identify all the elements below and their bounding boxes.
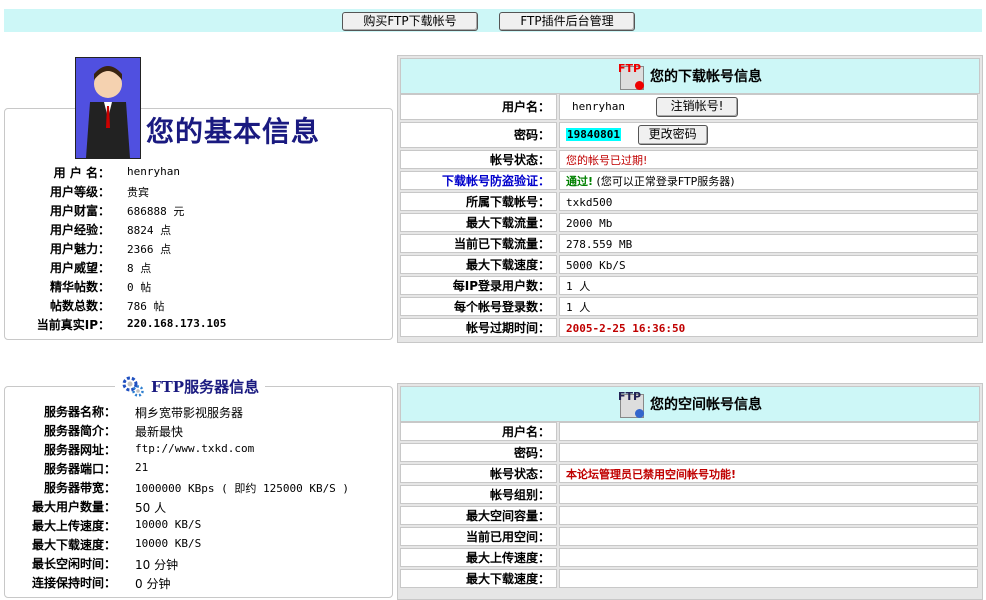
space-row-value [559,548,978,567]
space-row-label: 用户名： [400,422,557,441]
space-row-value [559,569,978,588]
ftp-server-value: 21 [135,461,149,474]
avatar-figure [76,58,140,158]
ftp-server-value: 10 分钟 [135,558,179,572]
ftp-server-value: 最新最快 [135,425,184,439]
ftp-server-label: 服务器端口： [43,462,116,476]
basic-info-value: 220.168.173.105 [127,317,227,330]
dl-status-value: 您的帐号已过期! [559,150,978,169]
dl-row-label: 所属下载帐号： [400,192,557,211]
dl-password-value: 19840801 [566,128,621,141]
basic-info-value: 0 帖 [127,281,152,294]
basic-info-label: 用户威望： [49,261,110,275]
ftp-server-value: 10000 KB/S [135,518,202,531]
dl-username-value: henryhan [572,100,625,113]
ftp-server-value: 0 分钟 [135,577,171,591]
ftp-download-icon: FTP [618,62,644,90]
change-password-button[interactable]: 更改密码 [637,125,708,145]
ftp-server-label: 最大下载速度： [31,538,116,552]
basic-info-value: 贵宾 [127,186,149,199]
ftp-server-value: 10000 KB/S [135,537,202,550]
dl-username-label: 用户名： [400,94,557,120]
ftp-admin-button[interactable]: FTP插件后台管理 [499,12,635,31]
space-row-value [559,485,978,504]
ftp-server-label: 服务器简介： [43,424,116,438]
ftp-server-label: 服务器带宽： [43,481,116,495]
ftp-server-label: 最大上传速度： [31,519,116,533]
dl-row-label: 每个帐号登录数： [400,297,557,316]
ftp-server-legend: FTP服务器信息 [115,374,266,398]
dl-row-value: 1 人 [559,297,978,316]
basic-info-value: henryhan [127,165,180,178]
space-row-value [559,422,978,441]
space-row-label: 帐号组别： [400,485,557,504]
logout-account-button[interactable]: 注销帐号! [655,97,739,117]
ftp-server-value: ftp://www.txkd.com [135,442,255,455]
ftp-server-title: FTP服务器信息 [151,377,260,396]
basic-info-value: 686888 元 [127,205,185,218]
basic-info-title: 您的基本信息 [146,115,321,148]
dl-status-label: 帐号状态： [400,150,557,169]
basic-info-value: 8 点 [127,262,152,275]
basic-info-label: 当前真实IP： [36,318,110,332]
ftp-server-label: 最大用户数量： [31,500,116,514]
dl-row-value: txkd500 [559,192,978,211]
avatar [75,57,141,159]
space-row-value [559,506,978,525]
space-row-label: 最大下载速度： [400,569,557,588]
ftp-server-label: 服务器网址： [43,443,116,457]
dl-expire-label: 帐号过期时间： [400,318,557,337]
basic-info-label: 用户财富： [49,204,110,218]
ftp-upload-icon: FTP [618,390,644,418]
gears-icon [121,374,145,398]
dl-username-cell: henryhan 注销帐号! [559,94,978,120]
dl-row-label: 每IP登录用户数： [400,276,557,295]
dl-expire-value: 2005-2-25 16:36:50 [559,318,978,337]
dl-row-label: 最大下载流量： [400,213,557,232]
space-row-label: 密码： [400,443,557,462]
space-account-title: 您的空间帐号信息 [650,397,762,413]
dl-password-cell: 19840801 更改密码 [559,122,978,148]
dl-row-value: 1 人 [559,276,978,295]
space-row-value: 本论坛管理员已禁用空间帐号功能! [559,464,978,483]
dl-row-label: 当前已下载流量： [400,234,557,253]
dl-antileech-note: (您可以正常登录FTP服务器) [596,175,735,188]
dl-antileech-label: 下载帐号防盗验证： [400,171,557,190]
basic-info-label: 精华帖数： [49,280,110,294]
space-row-label: 帐号状态： [400,464,557,483]
top-toolbar [4,9,982,32]
ftp-server-label: 最长空闲时间： [31,557,116,571]
dl-row-value: 2000 Mb [559,213,978,232]
basic-info-label: 用户等级： [49,185,110,199]
ftp-server-value: 桐乡宽带影视服务器 [135,406,244,420]
space-row-label: 最大上传速度： [400,548,557,567]
space-row-label: 最大空间容量： [400,506,557,525]
space-row-label: 当前已用空间： [400,527,557,546]
space-row-value [559,443,978,462]
space-account-header: FTP 您的空间帐号信息 [400,386,980,422]
download-account-header: FTP 您的下载帐号信息 [400,58,980,94]
dl-row-label: 最大下载速度： [400,255,557,274]
basic-info-label: 用户经验： [49,223,110,237]
dl-row-value: 5000 Kb/S [559,255,978,274]
basic-info-label: 用户魅力： [49,242,110,256]
basic-info-label: 用 户 名： [53,166,110,180]
basic-info-value: 8824 点 [127,224,172,237]
ftp-server-label: 连接保持时间： [31,576,116,590]
ftp-server-value: 50 人 [135,501,167,515]
dl-password-label: 密码： [400,122,557,148]
ftp-server-value: 1000000 KBps ( 即约 125000 KB/S ) [135,482,350,495]
dl-antileech-cell: 通过! (您可以正常登录FTP服务器) [559,171,978,190]
space-row-value [559,527,978,546]
download-account-title: 您的下载帐号信息 [650,69,762,85]
basic-info-label: 帖数总数： [49,299,110,313]
ftp-server-label: 服务器名称： [43,405,116,419]
dl-antileech-pass: 通过! [566,175,594,188]
buy-ftp-account-button[interactable]: 购买FTP下载帐号 [342,12,478,31]
basic-info-value: 786 帖 [127,300,165,313]
basic-info-value: 2366 点 [127,243,172,256]
dl-row-value: 278.559 MB [559,234,978,253]
